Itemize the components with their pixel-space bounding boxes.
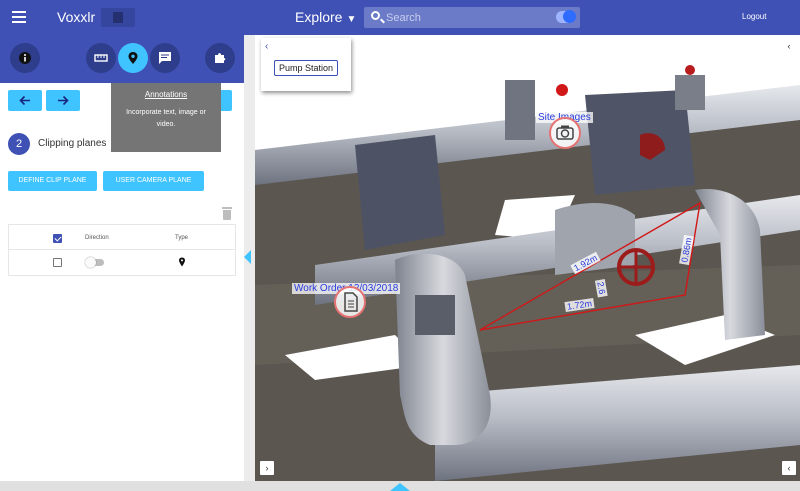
annotation-button[interactable] <box>118 43 148 73</box>
explore-dropdown[interactable]: Explore ▼ <box>295 9 356 25</box>
trash-icon[interactable] <box>222 207 232 220</box>
back-button[interactable] <box>8 90 42 111</box>
save-icon <box>113 12 123 23</box>
chevron-left-icon[interactable]: ‹ <box>265 41 268 52</box>
user-camera-plane-button[interactable]: USER CAMERA PLANE <box>103 171 204 191</box>
site-images-marker[interactable] <box>549 117 581 149</box>
measure-button[interactable] <box>86 43 116 73</box>
column-header-direction: Direction <box>85 235 109 241</box>
direction-toggle[interactable] <box>85 257 104 268</box>
tool-strip <box>0 35 244 83</box>
viewer-collapse-top-right[interactable]: ‹ <box>782 39 796 53</box>
search-input[interactable] <box>386 9 536 26</box>
collapse-panel-handle[interactable] <box>244 250 251 264</box>
save-button[interactable] <box>101 8 135 27</box>
search-bar <box>364 7 580 28</box>
select-all-checkbox[interactable] <box>53 234 62 243</box>
pin-icon <box>179 257 185 267</box>
arrow-left-icon <box>19 95 30 106</box>
search-icon <box>371 11 380 20</box>
step-number-badge: 2 <box>8 133 30 155</box>
menu-icon[interactable] <box>12 11 26 23</box>
clip-plane-table: Direction Type <box>8 224 236 276</box>
search-toggle[interactable] <box>556 10 576 23</box>
ruler-icon <box>94 54 108 62</box>
arrow-right-icon <box>58 95 69 106</box>
chevron-down-icon: ▼ <box>346 14 357 25</box>
info-icon <box>19 52 31 64</box>
work-order-marker[interactable] <box>334 286 366 318</box>
table-divider <box>9 249 235 250</box>
tooltip-body: Incorporate text, image or video. <box>126 109 206 128</box>
column-header-type: Type <box>175 235 189 241</box>
viewer-expand-bottom-left[interactable]: › <box>260 461 274 475</box>
pin-icon <box>128 52 138 64</box>
explore-label: Explore <box>295 9 343 25</box>
3d-viewer[interactable]: ‹ Pump Station ‹ › ‹ Site Images Work Or… <box>255 35 800 481</box>
info-button[interactable] <box>10 43 40 73</box>
point-cloud-scene[interactable] <box>255 35 800 481</box>
expand-drawer-handle[interactable] <box>390 483 410 491</box>
annotation-popup: ‹ Pump Station <box>261 38 351 91</box>
top-app-bar: Voxxlr Explore▼ Logout <box>0 0 800 35</box>
comment-icon <box>159 52 171 64</box>
pump-station-button[interactable]: Pump Station <box>274 60 339 76</box>
row-checkbox[interactable] <box>53 258 62 267</box>
forward-button[interactable] <box>46 90 80 111</box>
camera-icon <box>556 125 574 140</box>
puzzle-icon <box>215 53 226 63</box>
tooltip-title: Annotations <box>144 90 188 99</box>
step-label: Clipping planes <box>38 138 107 149</box>
logout-button[interactable]: Logout <box>742 12 766 21</box>
extensions-button[interactable] <box>205 43 235 73</box>
define-clip-plane-button[interactable]: DEFINE CLIP PLANE <box>8 171 97 191</box>
annotations-tooltip: Annotations Incorporate text, image or v… <box>111 83 221 152</box>
document-icon <box>344 292 358 312</box>
comment-button[interactable] <box>150 43 180 73</box>
viewer-collapse-bottom-right[interactable]: ‹ <box>782 461 796 475</box>
app-title: Voxxlr <box>57 9 96 25</box>
